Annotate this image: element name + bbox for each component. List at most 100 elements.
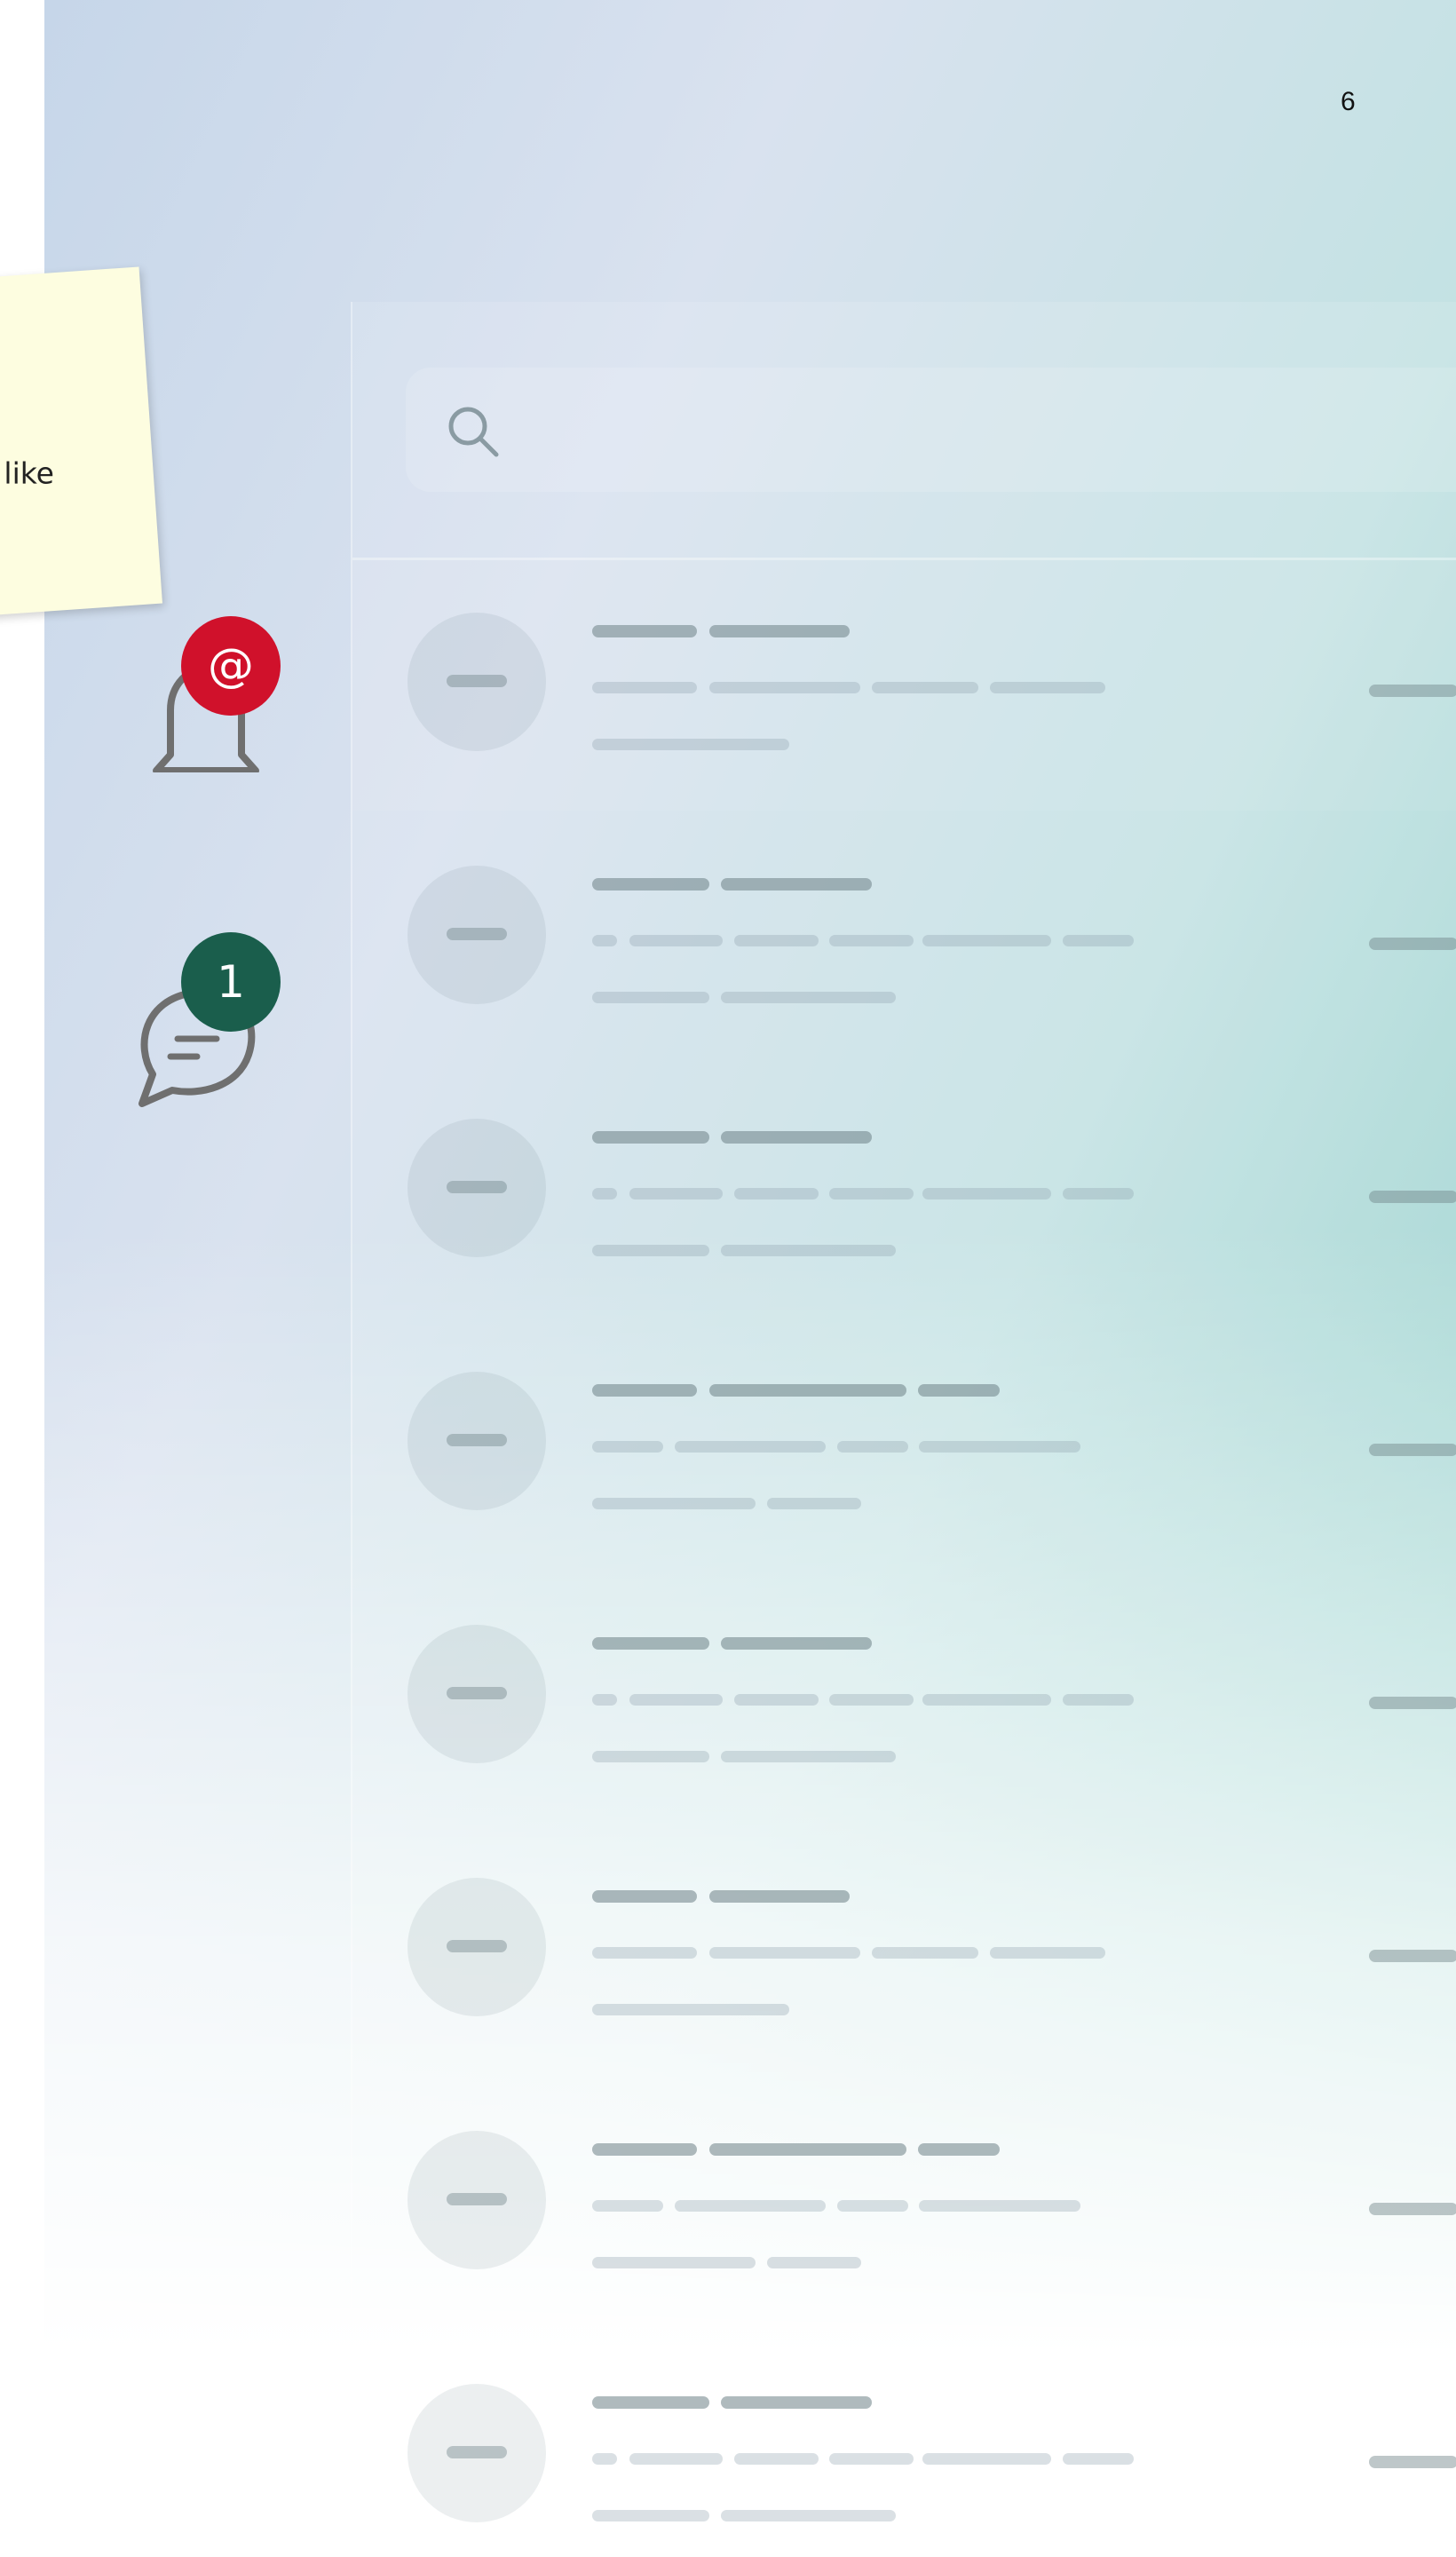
placeholder-line: [709, 682, 860, 693]
placeholder-line: [592, 1637, 709, 1650]
avatar: [408, 2131, 546, 2269]
placeholder-line: [829, 935, 914, 946]
placeholder-line: [1369, 1697, 1456, 1709]
avatar: [408, 1625, 546, 1763]
placeholder-line: [922, 935, 1051, 946]
placeholder-line: [592, 625, 697, 637]
avatar: [408, 866, 546, 1004]
placeholder-line: [592, 2396, 709, 2409]
placeholder-line: [872, 1947, 978, 1959]
search-input[interactable]: [406, 368, 1456, 492]
placeholder-line: [592, 2453, 617, 2465]
placeholder-line: [721, 2510, 896, 2521]
placeholder-line: [990, 1947, 1105, 1959]
placeholder-line: [829, 1694, 914, 1706]
placeholder-line: [1369, 938, 1456, 950]
placeholder-line: [1369, 2203, 1456, 2215]
placeholder-line: [837, 2200, 908, 2212]
placeholder-line: [675, 1441, 826, 1453]
list-item[interactable]: [352, 1317, 1456, 1570]
placeholder-line: [629, 935, 723, 946]
unread-count-badge: 1: [181, 932, 281, 1032]
placeholder-line: [629, 1188, 723, 1199]
inbox-panel: [351, 302, 1456, 2557]
placeholder-line: [919, 2200, 1080, 2212]
placeholder-line: [734, 2453, 819, 2465]
avatar: [408, 1119, 546, 1257]
placeholder-line: [592, 1441, 663, 1453]
messages-button[interactable]: 1: [124, 930, 284, 1107]
placeholder-line: [629, 2453, 723, 2465]
placeholder-line: [675, 2200, 826, 2212]
screen: 6 like @ 1: [0, 0, 1456, 2557]
placeholder-line: [709, 625, 850, 637]
conversation-list: [352, 558, 1456, 2557]
placeholder-line: [990, 682, 1105, 693]
search-icon: [448, 407, 499, 457]
placeholder-line: [918, 1384, 1000, 1397]
placeholder-line: [721, 992, 896, 1003]
placeholder-line: [592, 2143, 697, 2156]
mention-badge: @: [181, 616, 281, 716]
placeholder-line: [829, 2453, 914, 2465]
placeholder-line: [592, 1498, 756, 1509]
placeholder-line: [1063, 1188, 1134, 1199]
placeholder-line: [709, 1947, 860, 1959]
placeholder-line: [721, 1245, 896, 1256]
notifications-button[interactable]: @: [124, 613, 284, 772]
placeholder-line: [721, 2396, 872, 2409]
placeholder-line: [1369, 685, 1456, 697]
placeholder-line: [592, 2510, 709, 2521]
list-item[interactable]: [352, 558, 1456, 811]
placeholder-line: [709, 1890, 850, 1903]
placeholder-line: [1369, 1191, 1456, 1203]
placeholder-line: [734, 1188, 819, 1199]
sticky-note-text: like: [4, 455, 54, 491]
placeholder-line: [592, 1890, 697, 1903]
placeholder-line: [829, 1188, 914, 1199]
page-number: 6: [1341, 87, 1356, 116]
placeholder-line: [592, 1384, 697, 1397]
placeholder-line: [1063, 2453, 1134, 2465]
placeholder-line: [721, 1131, 872, 1144]
search-header: [352, 302, 1456, 560]
avatar: [408, 1878, 546, 2016]
placeholder-line: [1369, 1950, 1456, 1962]
placeholder-line: [592, 682, 697, 693]
list-item[interactable]: [352, 2329, 1456, 2557]
placeholder-line: [922, 2453, 1051, 2465]
placeholder-line: [1369, 2456, 1456, 2468]
placeholder-line: [592, 992, 709, 1003]
placeholder-line: [767, 2257, 861, 2268]
avatar: [408, 1372, 546, 1510]
placeholder-line: [709, 2143, 906, 2156]
list-item[interactable]: [352, 1570, 1456, 1823]
placeholder-line: [721, 1751, 896, 1762]
placeholder-line: [734, 1694, 819, 1706]
sticky-note[interactable]: like: [0, 266, 162, 618]
placeholder-line: [592, 1947, 697, 1959]
placeholder-line: [922, 1694, 1051, 1706]
placeholder-line: [592, 2257, 756, 2268]
list-item[interactable]: [352, 1064, 1456, 1317]
placeholder-line: [872, 682, 978, 693]
placeholder-line: [919, 1441, 1080, 1453]
placeholder-line: [721, 1637, 872, 1650]
avatar: [408, 613, 546, 751]
placeholder-line: [592, 2200, 663, 2212]
placeholder-line: [592, 739, 789, 750]
placeholder-line: [1063, 1694, 1134, 1706]
list-item[interactable]: [352, 2076, 1456, 2329]
placeholder-line: [721, 878, 872, 891]
list-item[interactable]: [352, 1823, 1456, 2076]
placeholder-line: [592, 1751, 709, 1762]
placeholder-line: [734, 935, 819, 946]
placeholder-line: [1369, 1444, 1456, 1456]
placeholder-line: [592, 1694, 617, 1706]
placeholder-line: [592, 2004, 789, 2015]
avatar: [408, 2384, 546, 2522]
placeholder-line: [592, 878, 709, 891]
placeholder-line: [592, 935, 617, 946]
list-item[interactable]: [352, 811, 1456, 1064]
placeholder-line: [592, 1188, 617, 1199]
